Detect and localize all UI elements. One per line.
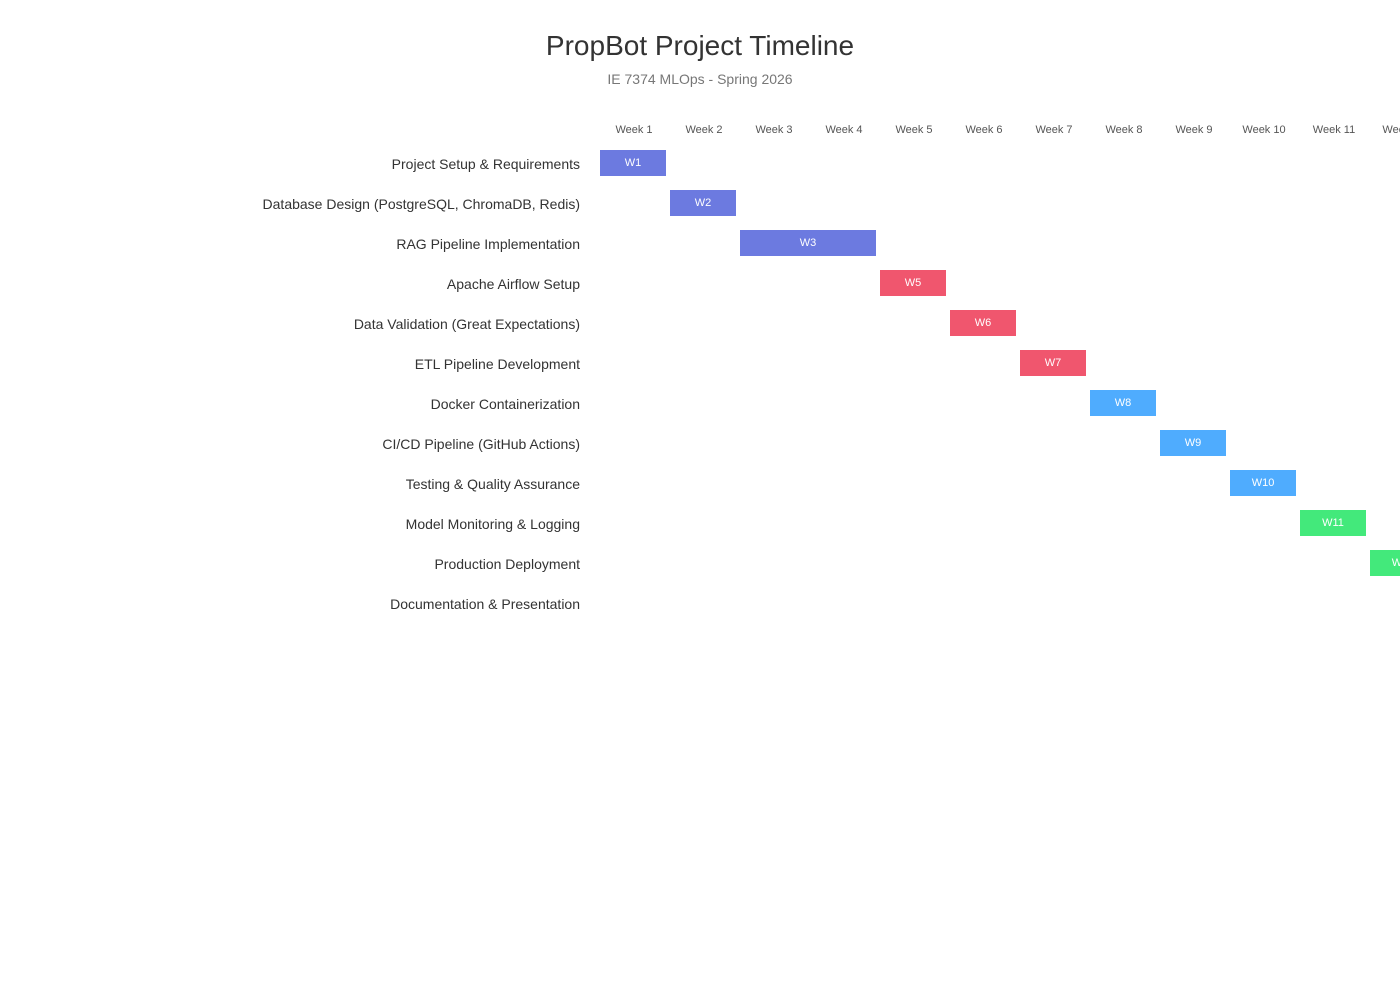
task-label: Database Design (PostgreSQL, ChromaDB, R… — [263, 196, 580, 212]
week-tick-label: Week 12 — [1382, 124, 1400, 136]
task-label: RAG Pipeline Implementation — [396, 236, 580, 252]
week-tick-label: Week 2 — [685, 124, 722, 136]
task-bar-group: W5 — [880, 270, 946, 296]
task-label: ETL Pipeline Development — [415, 356, 580, 372]
task-bar-label: W5 — [905, 277, 922, 289]
task-bar-label: W8 — [1115, 397, 1132, 409]
task-bar-label: W1 — [625, 157, 642, 169]
week-tick-label: Week 3 — [755, 124, 792, 136]
task-bar-label: W2 — [695, 197, 712, 209]
week-tick-label: Week 5 — [895, 124, 932, 136]
task-bar-group: W11 — [1300, 510, 1366, 536]
task-label: Data Validation (Great Expectations) — [354, 316, 580, 332]
week-tick-label: Week 6 — [965, 124, 1002, 136]
task-bar-label: W7 — [1045, 357, 1062, 369]
task-bar-label: W3 — [800, 237, 817, 249]
task-label: Production Deployment — [434, 556, 580, 572]
task-bar-group: W1 — [600, 150, 666, 176]
task-bar-group: W9 — [1160, 430, 1226, 456]
task-bar-label: W9 — [1185, 437, 1202, 449]
task-bar-group: W6 — [950, 310, 1016, 336]
task-bar-group: W2 — [670, 190, 736, 216]
gantt-chart-page: PropBot Project Timeline IE 7374 MLOps -… — [0, 0, 1400, 1000]
task-bar-label: W6 — [975, 317, 992, 329]
task-bar-label: W12 — [1392, 557, 1400, 569]
week-tick-label: Week 9 — [1175, 124, 1212, 136]
task-label: Project Setup & Requirements — [392, 156, 580, 172]
task-bar-label: W11 — [1322, 517, 1344, 529]
task-label: Apache Airflow Setup — [447, 276, 580, 292]
week-tick-label: Week 8 — [1105, 124, 1142, 136]
task-label: Documentation & Presentation — [390, 596, 580, 612]
task-bar-label: W10 — [1252, 477, 1275, 489]
task-label: Model Monitoring & Logging — [406, 516, 580, 532]
task-bar-group: W8 — [1090, 390, 1156, 416]
task-bar-group: W10 — [1230, 470, 1296, 496]
task-bar-group: W3 — [740, 230, 876, 256]
task-bar-group: W12 — [1370, 550, 1400, 576]
week-tick-label: Week 4 — [825, 124, 862, 136]
task-label: CI/CD Pipeline (GitHub Actions) — [382, 436, 580, 452]
week-tick-label: Week 1 — [615, 124, 652, 136]
task-bar-group: W7 — [1020, 350, 1086, 376]
task-label: Docker Containerization — [431, 396, 580, 412]
week-tick-label: Week 7 — [1035, 124, 1072, 136]
week-tick-label: Week 10 — [1242, 124, 1285, 136]
task-label: Testing & Quality Assurance — [406, 476, 581, 492]
gantt-plot: Week 1 Week 2 Week 3 Week 4 Week 5 Week 6 Week… — [263, 124, 1400, 612]
week-tick-label: Week 11 — [1313, 124, 1355, 136]
